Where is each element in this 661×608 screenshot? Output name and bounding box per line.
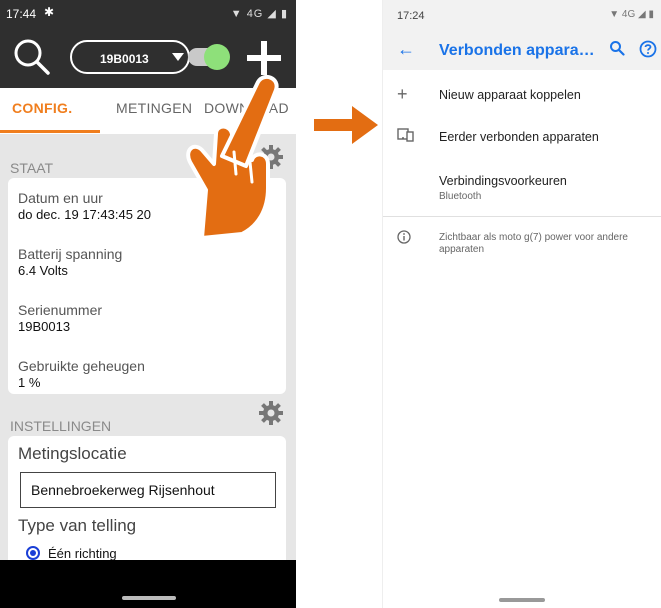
chevron-down-icon (172, 53, 184, 61)
section-title-instellingen: INSTELLINGEN (10, 418, 112, 434)
memory-value: 1 % (18, 375, 41, 390)
divider (383, 216, 661, 217)
battery-value: 6.4 Volts (18, 263, 68, 278)
signal-battery-icons: ▼ 4G ◢ ▮ (230, 8, 288, 20)
arrow-right-icon (314, 104, 378, 151)
connection-toggle[interactable] (186, 42, 232, 72)
location-label: Metingslocatie (18, 444, 127, 463)
datetime-value: do dec. 19 17:43:45 20 (18, 207, 152, 222)
serial-value: 19B0013 (18, 319, 71, 334)
nav-bar (0, 560, 296, 608)
status-time: 17:24 (397, 10, 425, 22)
pointing-hand-icon (150, 70, 290, 255)
connection-preferences-label: Verbindingsvoorkeuren (439, 174, 567, 188)
section-title-staat: STAAT (10, 160, 54, 176)
battery-label: Batterij spanning (18, 246, 123, 262)
radio-one-direction-label: Één richting (48, 546, 117, 561)
signal-battery-icons: ▼ 4G ◢ ▮ (609, 9, 654, 20)
status-bar: 17:44 ✱ ▼ 4G ◢ ▮ (0, 0, 296, 28)
datetime-label: Datum en uur (18, 190, 103, 206)
connection-preferences-sub: Bluetooth (439, 191, 482, 202)
home-gesture-pill[interactable] (122, 596, 176, 600)
active-tab-indicator (0, 130, 100, 133)
page-title: Verbonden appara… (439, 42, 595, 59)
right-phone-screen: 17:24 ▼ 4G ◢ ▮ ← Verbonden appara… + Nie… (382, 0, 661, 608)
gear-icon[interactable] (258, 400, 284, 426)
device-name: 19B0013 (100, 52, 149, 66)
search-icon[interactable] (12, 37, 52, 77)
new-device-label: Nieuw apparaat koppelen (439, 88, 581, 102)
help-icon[interactable] (639, 40, 657, 63)
home-gesture-pill[interactable] (499, 598, 545, 602)
tab-config[interactable]: CONFIG. (12, 100, 72, 116)
plus-icon: + (397, 84, 408, 104)
bluetooth-icon: ✱ (44, 5, 55, 19)
visibility-info: Zichtbaar als moto g(7) power voor ander… (439, 232, 628, 255)
memory-label: Gebruikte geheugen (18, 358, 145, 374)
devices-icon (397, 128, 415, 147)
count-type-label: Type van telling (18, 516, 137, 535)
back-arrow-icon[interactable]: ← (397, 39, 415, 60)
search-icon[interactable] (609, 40, 625, 61)
previous-devices-label: Eerder verbonden apparaten (439, 130, 599, 144)
serial-label: Serienummer (18, 302, 103, 318)
location-input[interactable]: Bennebroekerweg Rijsenhout (20, 472, 276, 508)
instellingen-card: Metingslocatie Bennebroekerweg Rijsenhou… (8, 436, 286, 566)
status-time: 17:44 (6, 7, 37, 21)
left-phone-screen: 17:44 ✱ ▼ 4G ◢ ▮ 19B0013 CONFIG. METINGE… (0, 0, 296, 608)
info-icon (397, 230, 411, 249)
status-bar: 17:24 ▼ 4G ◢ ▮ (383, 0, 661, 30)
app-bar: ← Verbonden appara… (383, 30, 661, 70)
radio-one-direction[interactable] (26, 546, 40, 560)
device-select[interactable]: 19B0013 (70, 40, 190, 74)
